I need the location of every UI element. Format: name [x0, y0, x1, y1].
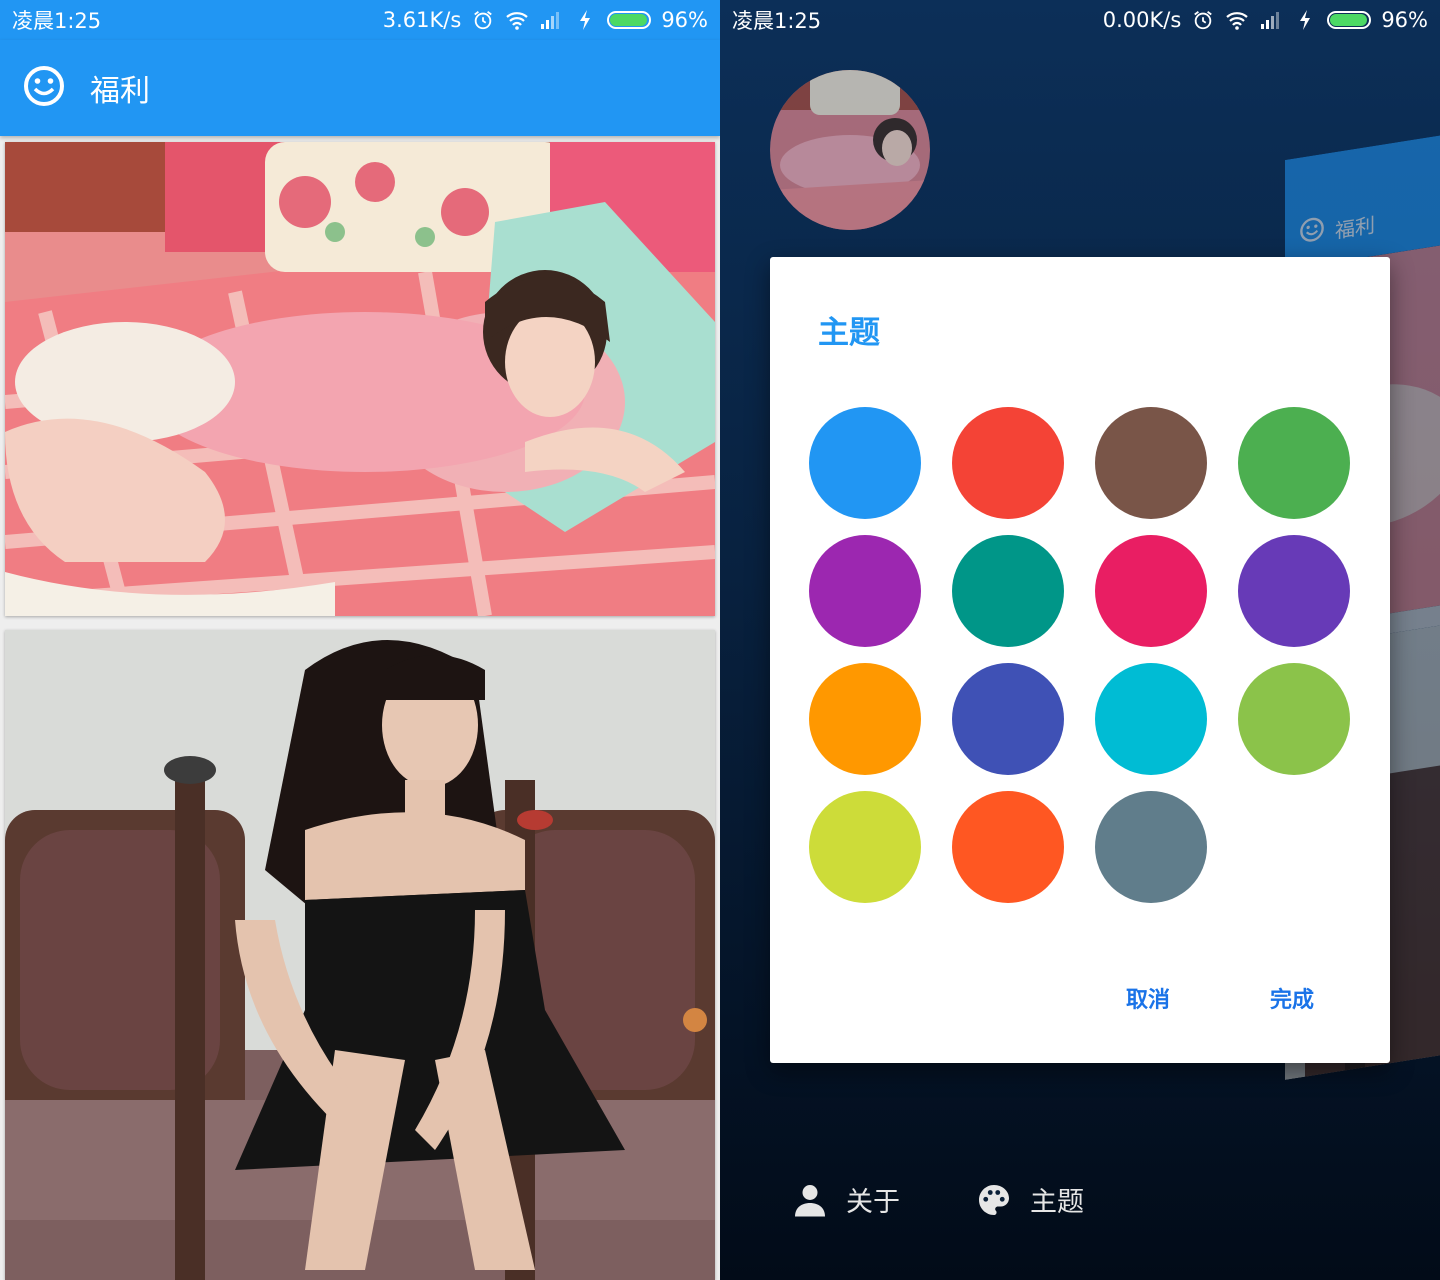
battery-icon [607, 11, 652, 29]
color-swatch[interactable] [1238, 535, 1350, 647]
toolbar-title: 福利 [90, 74, 150, 109]
menu-label-theme: 主题 [1030, 1187, 1084, 1218]
color-swatch[interactable] [809, 663, 921, 775]
alarm-icon [471, 8, 495, 32]
color-swatch[interactable] [1095, 535, 1207, 647]
smiley-icon [1299, 215, 1325, 250]
theme-dialog: 主题 取消 完成 [770, 257, 1390, 1063]
dialog-title: 主题 [818, 315, 880, 351]
color-swatch[interactable] [952, 791, 1064, 903]
network-speed: 0.00K/s [1102, 8, 1182, 32]
done-button[interactable]: 完成 [1270, 982, 1314, 1014]
battery-percent: 96% [661, 8, 708, 32]
left-screen: 凌晨1:25 3.61K/s 96% 福利 [0, 0, 720, 1280]
color-swatch[interactable] [809, 535, 921, 647]
photo-card[interactable] [5, 630, 715, 1280]
avatar[interactable] [770, 70, 930, 230]
smiley-icon[interactable] [22, 64, 66, 112]
battery-icon [1327, 11, 1372, 29]
photo-card[interactable] [5, 142, 715, 616]
color-swatch[interactable] [1238, 407, 1350, 519]
color-swatch[interactable] [809, 791, 921, 903]
color-swatch[interactable] [809, 407, 921, 519]
battery-fill [610, 14, 647, 26]
network-speed: 3.61K/s [382, 8, 462, 32]
color-swatch[interactable] [952, 663, 1064, 775]
status-time: 凌晨1:25 [12, 9, 102, 33]
status-time: 凌晨1:25 [732, 9, 822, 33]
menu-item-about[interactable]: 关于 [792, 1180, 900, 1219]
battery-fill [1330, 14, 1367, 26]
color-swatch[interactable] [1095, 791, 1207, 903]
status-bar: 凌晨1:25 0.00K/s 96% [720, 0, 1440, 40]
color-swatch[interactable] [1095, 407, 1207, 519]
charging-icon [1293, 8, 1317, 32]
color-swatch[interactable] [952, 407, 1064, 519]
color-swatch[interactable] [1238, 663, 1350, 775]
color-swatch[interactable] [952, 535, 1064, 647]
menu-label-about: 关于 [846, 1187, 900, 1218]
color-swatch[interactable] [1095, 663, 1207, 775]
wifi-icon [505, 8, 529, 32]
photo-girl-black-dress-bench [5, 630, 715, 1280]
background-title: 福利 [1335, 212, 1375, 244]
battery-percent: 96% [1381, 8, 1428, 32]
app-toolbar: 福利 [0, 40, 720, 136]
status-bar: 凌晨1:25 3.61K/s 96% [0, 0, 720, 40]
photo-girl-lying-pink-bed [5, 142, 715, 616]
signal-icon [1259, 8, 1283, 32]
signal-icon [539, 8, 563, 32]
palette-icon [976, 1182, 1012, 1218]
menu-item-theme[interactable]: 主题 [976, 1180, 1084, 1219]
cancel-button[interactable]: 取消 [1126, 982, 1170, 1014]
alarm-icon [1191, 8, 1215, 32]
person-icon [792, 1182, 828, 1218]
wifi-icon [1225, 8, 1249, 32]
charging-icon [573, 8, 597, 32]
